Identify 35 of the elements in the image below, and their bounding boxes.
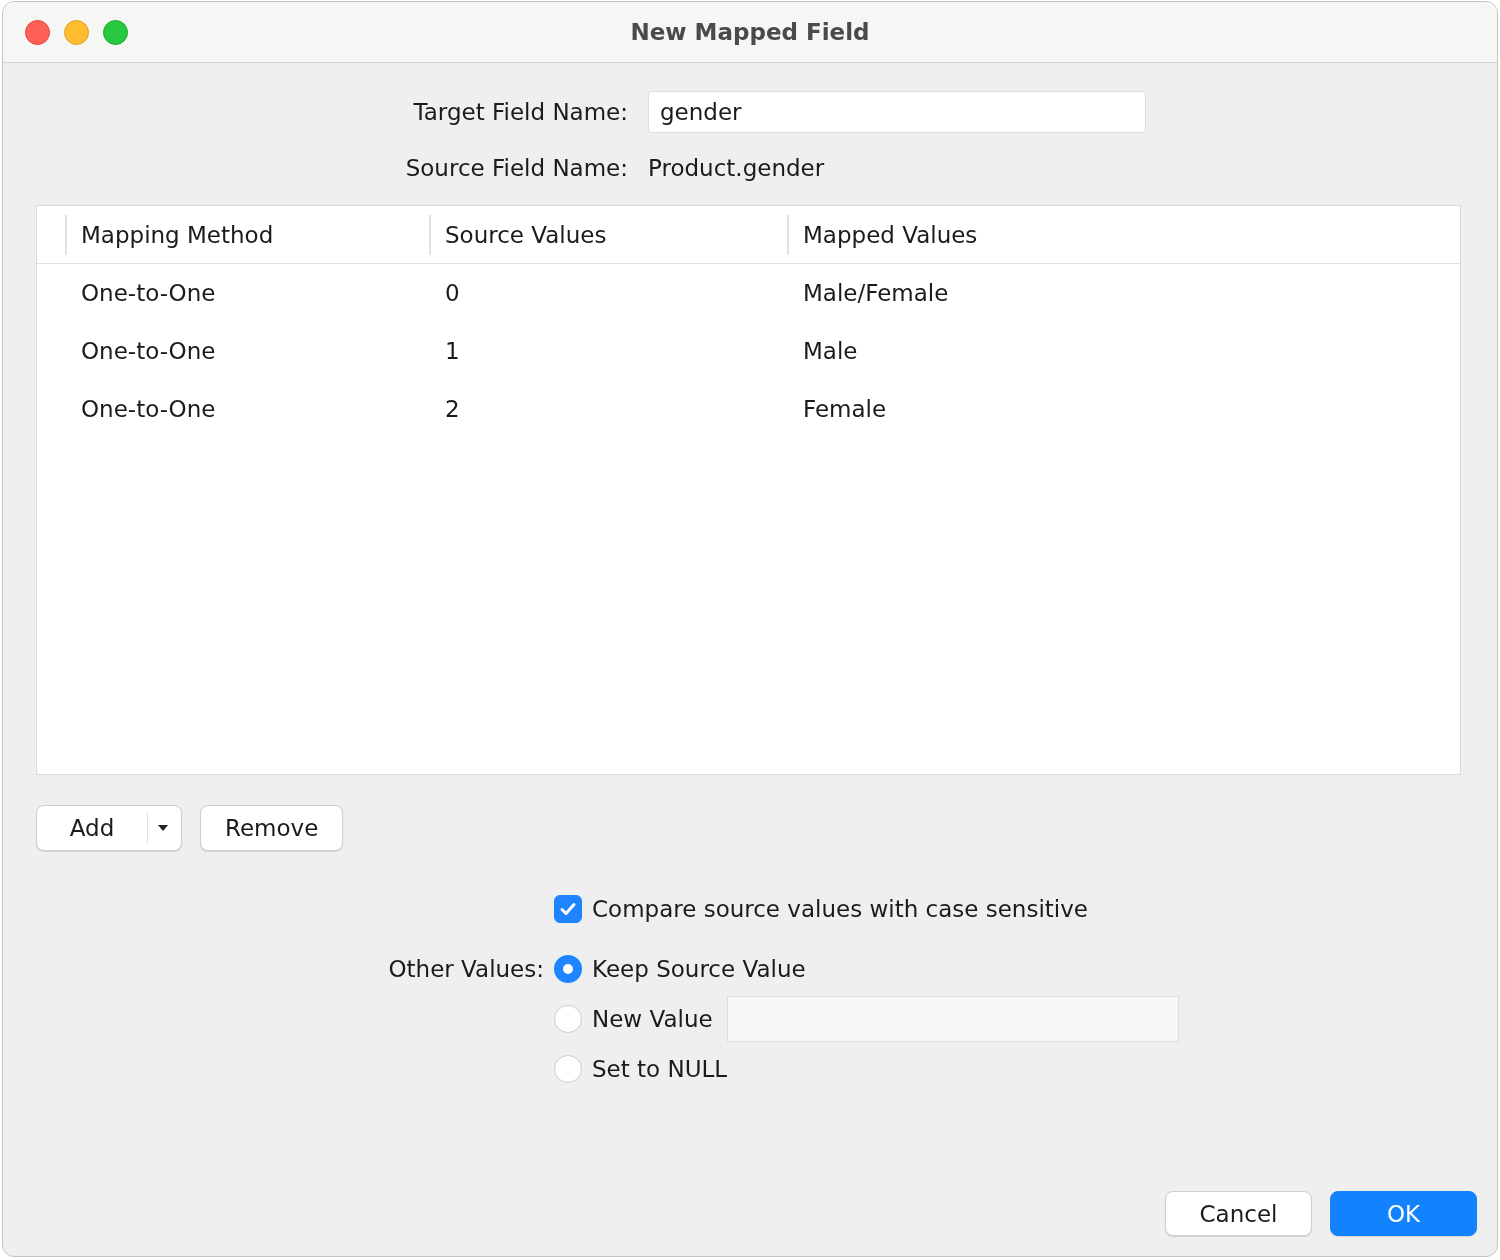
- field-label: Source Field Name:: [405, 155, 628, 181]
- minimize-icon[interactable]: [64, 19, 89, 45]
- table-cell-text: 1: [445, 338, 461, 364]
- field-label: Target Field Name:: [413, 99, 628, 125]
- remove-button[interactable]: Remove: [200, 805, 344, 851]
- close-icon[interactable]: [25, 19, 50, 45]
- checkbox[interactable]: [554, 895, 582, 923]
- radio-label: New Value: [592, 1006, 713, 1032]
- cancel-button[interactable]: Cancel: [1165, 1191, 1312, 1236]
- table-cell-text: 0: [445, 280, 461, 306]
- ok-button[interactable]: OK: [1330, 1191, 1477, 1236]
- column-header[interactable]: Mapped Values: [787, 214, 1460, 255]
- input-field[interactable]: [726, 996, 1179, 1042]
- checkbox-label: Compare source values with case sensitive: [592, 896, 1088, 922]
- column-header[interactable]: Mapping Method: [65, 214, 429, 255]
- table-cell-text: Female: [803, 396, 888, 422]
- column-header[interactable]: Source Values: [429, 214, 787, 255]
- field-value: Product.gender: [648, 155, 826, 181]
- radio-button[interactable]: [554, 955, 582, 983]
- radio-label: Set to NULL: [592, 1056, 728, 1082]
- add-split-button[interactable]: Add: [36, 805, 182, 851]
- radio-button[interactable]: [554, 1005, 582, 1033]
- table-cell-text: 2: [445, 396, 461, 422]
- radio-button[interactable]: [554, 1055, 582, 1083]
- radio-label: Keep Source Value: [592, 956, 806, 982]
- zoom-icon[interactable]: [103, 19, 128, 45]
- table-cell-text: One-to-One: [81, 396, 217, 422]
- window-title: New Mapped Field: [630, 19, 870, 45]
- input-field[interactable]: gender: [648, 91, 1146, 133]
- table-cell-text: Male/Female: [803, 280, 950, 306]
- caret-icon[interactable]: [158, 825, 168, 831]
- field-label: Other Values:: [388, 955, 544, 984]
- table-cell-text: Male: [803, 338, 859, 364]
- table-cell-text: One-to-One: [81, 280, 217, 306]
- table-cell-text: One-to-One: [81, 338, 217, 364]
